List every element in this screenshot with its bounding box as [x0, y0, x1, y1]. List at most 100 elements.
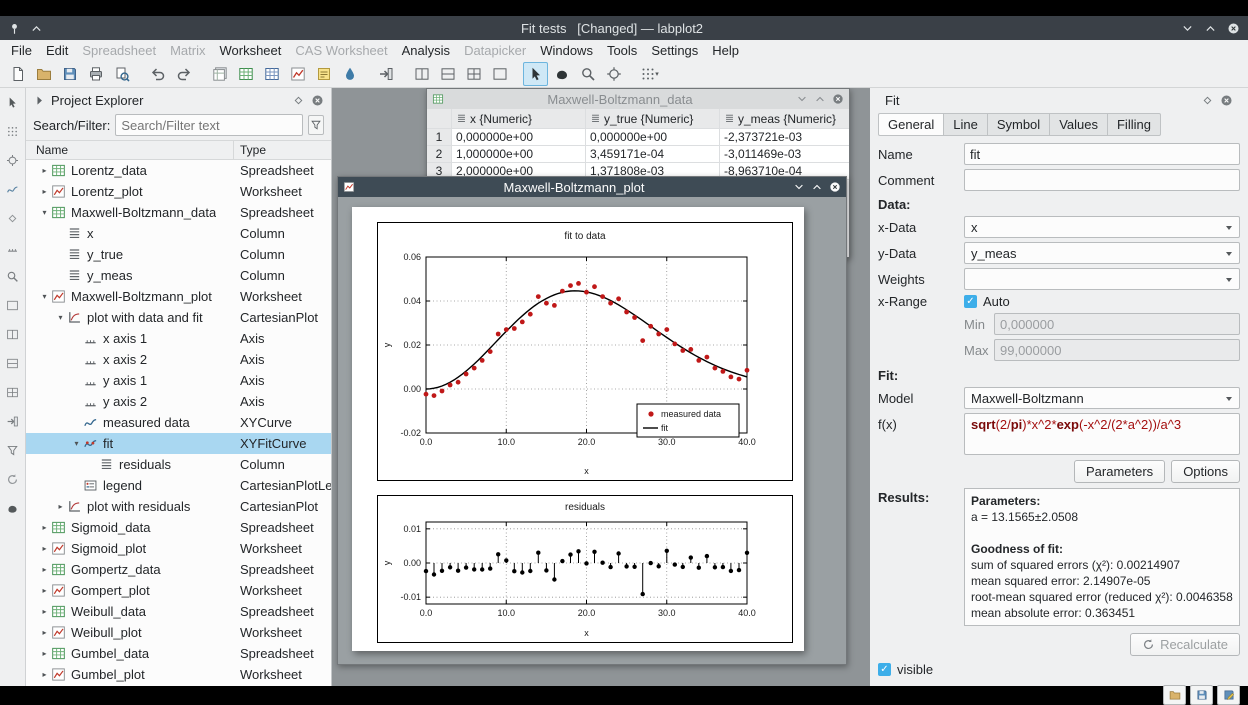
window-close-icon[interactable] — [832, 93, 844, 105]
menu-spreadsheet[interactable]: Spreadsheet — [75, 42, 163, 59]
tree-item-maxwell-boltzmann-data[interactable]: ▾Maxwell-Boltzmann_dataSpreadsheet — [26, 202, 331, 223]
tab-symbol[interactable]: Symbol — [988, 113, 1050, 136]
datapicker-tool-button[interactable] — [4, 500, 22, 516]
tree-item-x[interactable]: xColumn — [26, 223, 331, 244]
crosshair-mode-button[interactable] — [601, 62, 626, 86]
tab-line[interactable]: Line — [944, 113, 988, 136]
search-input[interactable] — [115, 114, 303, 136]
tree-item-sigmoid-plot[interactable]: ▸Sigmoid_plotWorksheet — [26, 538, 331, 559]
tab-filling[interactable]: Filling — [1108, 113, 1161, 136]
menu-file[interactable]: File — [4, 42, 39, 59]
chart-fit[interactable]: 0.010.020.030.040.0-0.020.000.020.040.06… — [377, 222, 793, 481]
column-header-y-true-numeric[interactable]: y_true {Numeric} — [586, 109, 720, 129]
tab-general[interactable]: General — [878, 113, 944, 136]
tree-item-measured-data[interactable]: measured dataXYCurve — [26, 412, 331, 433]
results-box[interactable]: Parameters:a = 13.1565±2.0508 Goodness o… — [964, 488, 1240, 626]
window-restore-icon[interactable] — [814, 93, 826, 105]
chart-residuals[interactable]: 0.010.020.030.040.0-0.010.000.01residual… — [377, 495, 793, 643]
row-header[interactable]: 1 — [427, 129, 452, 146]
expander-collapsed-icon[interactable]: ▸ — [38, 544, 51, 553]
tree-item-weibull-plot[interactable]: ▸Weibull_plotWorksheet — [26, 622, 331, 643]
new-worksheet-button[interactable] — [285, 62, 310, 86]
expander-expanded-icon[interactable]: ▾ — [38, 208, 51, 217]
expander-collapsed-icon[interactable]: ▸ — [38, 670, 51, 679]
new-note-button[interactable] — [311, 62, 336, 86]
horizontal-layout-tool-button[interactable] — [4, 355, 22, 371]
expander-collapsed-icon[interactable]: ▸ — [38, 523, 51, 532]
comment-field[interactable] — [964, 169, 1240, 191]
menu-datapicker[interactable]: Datapicker — [457, 42, 533, 59]
panel-arrow-icon[interactable] — [33, 94, 45, 106]
zoom-select-mode-button[interactable] — [575, 62, 600, 86]
expander-collapsed-icon[interactable]: ▸ — [38, 586, 51, 595]
cell[interactable]: 0,000000e+00 — [586, 129, 720, 146]
tree-item-y-axis-2[interactable]: y axis 2Axis — [26, 391, 331, 412]
window-titlebar[interactable]: Fit tests [Changed] — labplot2 — [0, 16, 1248, 40]
options-button[interactable]: Options — [1171, 460, 1240, 483]
pin-icon[interactable] — [8, 22, 21, 35]
import-tool-button[interactable] — [4, 413, 22, 429]
row-header[interactable]: 2 — [427, 146, 452, 163]
corner-cell[interactable] — [427, 109, 452, 129]
xdata-combobox[interactable]: x — [964, 216, 1240, 238]
tree-item-gumbel-plot[interactable]: ▸Gumbel_plotWorksheet — [26, 664, 331, 685]
menu-worksheet[interactable]: Worksheet — [212, 42, 288, 59]
select-and-edit-mode-button[interactable] — [523, 62, 548, 86]
axis-tool-button[interactable] — [4, 239, 22, 255]
tree-item-residuals[interactable]: residualsColumn — [26, 454, 331, 475]
menu-windows[interactable]: Windows — [533, 42, 600, 59]
name-field[interactable] — [964, 143, 1240, 165]
tree-header[interactable]: Name Type — [26, 140, 331, 160]
marker-tool-button[interactable] — [4, 210, 22, 226]
break-layout-button[interactable] — [487, 62, 512, 86]
tree-item-y-meas[interactable]: y_measColumn — [26, 265, 331, 286]
tree-item-legend[interactable]: legendCartesianPlotLegend — [26, 475, 331, 496]
tree-item-sigmoid-data[interactable]: ▸Sigmoid_dataSpreadsheet — [26, 517, 331, 538]
tree-item-lorentz-data[interactable]: ▸Lorentz_dataSpreadsheet — [26, 160, 331, 181]
spreadsheet-window-titlebar[interactable]: Maxwell-Boltzmann_data — [427, 89, 849, 109]
snap-to-grid-button[interactable]: ▾ — [637, 62, 662, 86]
tree-item-y-true[interactable]: y_trueColumn — [26, 244, 331, 265]
tree-item-y-axis-1[interactable]: y axis 1Axis — [26, 370, 331, 391]
tree-item-plot-with-residuals[interactable]: ▸plot with residualsCartesianPlot — [26, 496, 331, 517]
window-restore-icon[interactable] — [811, 181, 823, 193]
column-header-type[interactable]: Type — [234, 141, 331, 159]
cell[interactable]: 3,459171e-04 — [586, 146, 720, 163]
open-project-button[interactable] — [31, 62, 56, 86]
expander-collapsed-icon[interactable]: ▸ — [38, 166, 51, 175]
visible-checkbox[interactable] — [878, 663, 891, 676]
tree-item-gumbel-data[interactable]: ▸Gumbel_dataSpreadsheet — [26, 643, 331, 664]
menu-settings[interactable]: Settings — [644, 42, 705, 59]
menu-help[interactable]: Help — [705, 42, 746, 59]
tree-item-plot-with-data-and-fit[interactable]: ▾plot with data and fitCartesianPlot — [26, 307, 331, 328]
spreadsheet-table[interactable]: x {Numeric}y_true {Numeric}y_meas {Numer… — [427, 109, 849, 180]
new-spreadsheet-button[interactable] — [233, 62, 258, 86]
print-button[interactable] — [83, 62, 108, 86]
load-template-button[interactable] — [1163, 685, 1186, 705]
float-panel-icon[interactable] — [292, 94, 305, 107]
print-preview-button[interactable] — [109, 62, 134, 86]
menu-edit[interactable]: Edit — [39, 42, 75, 59]
tree-item-maxwell-boltzmann-plot[interactable]: ▾Maxwell-Boltzmann_plotWorksheet — [26, 286, 331, 307]
curve-tool-button[interactable] — [4, 181, 22, 197]
weights-combobox[interactable] — [964, 268, 1240, 290]
model-combobox[interactable]: Maxwell-Boltzmann — [964, 387, 1240, 409]
grid-layout-button[interactable] — [461, 62, 486, 86]
new-workbook-button[interactable] — [207, 62, 232, 86]
close-panel-icon[interactable] — [311, 94, 324, 107]
shade-icon[interactable] — [30, 22, 43, 35]
close-panel-icon[interactable] — [1220, 94, 1233, 107]
new-project-button[interactable] — [5, 62, 30, 86]
grid-tool-button[interactable] — [4, 123, 22, 139]
menu-cas-worksheet[interactable]: CAS Worksheet — [288, 42, 394, 59]
tree-item-gompertz-data[interactable]: ▸Gompertz_dataSpreadsheet — [26, 559, 331, 580]
expander-collapsed-icon[interactable]: ▸ — [54, 502, 67, 511]
crosshair-tool-button[interactable] — [4, 152, 22, 168]
tree-item-x-axis-2[interactable]: x axis 2Axis — [26, 349, 331, 370]
auto-range-checkbox[interactable] — [964, 295, 977, 308]
undo-button[interactable] — [145, 62, 170, 86]
tree-item-x-axis-1[interactable]: x axis 1Axis — [26, 328, 331, 349]
expander-expanded-icon[interactable]: ▾ — [54, 313, 67, 322]
filter-options-button[interactable] — [308, 115, 324, 135]
expander-collapsed-icon[interactable]: ▸ — [38, 628, 51, 637]
